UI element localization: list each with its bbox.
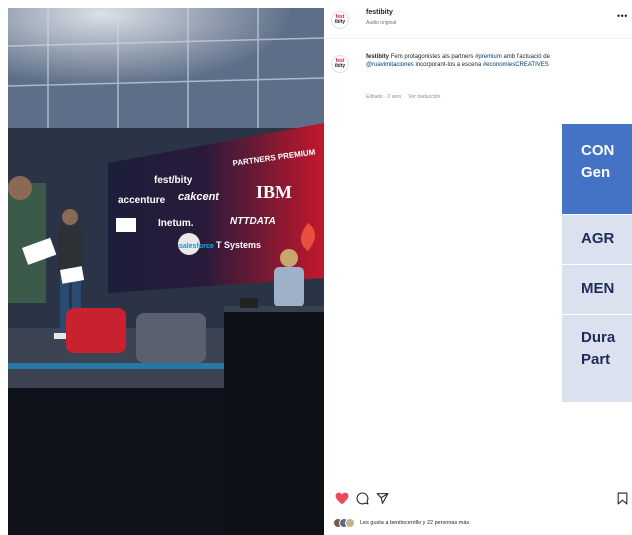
- logo-salesforce-text: salesforce: [179, 243, 214, 250]
- logo-tsystems: T Systems: [216, 240, 261, 250]
- table-row-agr: AGR: [562, 215, 632, 264]
- screen-brand: fest/bity: [154, 175, 193, 186]
- table-row-dura: Dura Part: [562, 315, 632, 402]
- table-row-men: MEN: [562, 265, 632, 314]
- table-header: CON Gen: [562, 124, 632, 214]
- caption-avatar[interactable]: fest ibity: [331, 55, 349, 73]
- overlay-table: CON Gen AGR MEN Dura Part: [562, 124, 632, 402]
- likes-text: Les gusta a benitocerrillo y 22 personas…: [360, 520, 470, 526]
- caption-text-3: incorporant-los a escena: [415, 62, 482, 68]
- table-row-dura-line-2: Part: [581, 351, 611, 368]
- post-meta: Editado · 2 sem Ver traducción: [366, 94, 440, 100]
- audio-label[interactable]: Audio original: [366, 20, 396, 26]
- post-caption: festibity Fem protagonistes als partners…: [366, 53, 598, 69]
- liker-avatars: [333, 518, 355, 528]
- share-icon[interactable]: [375, 491, 389, 505]
- heart-icon[interactable]: [335, 491, 349, 505]
- post-photo: PARTNERS PREMIUM fest/bity accenture cak…: [8, 8, 324, 535]
- avatar-text-bottom: ibity: [334, 19, 346, 25]
- header-divider: [324, 38, 632, 39]
- logo-ibm: IBM: [256, 182, 292, 202]
- bookmark-icon[interactable]: [615, 491, 629, 505]
- action-bar: [335, 491, 627, 507]
- translate-link[interactable]: Ver traducción: [408, 94, 440, 100]
- caption-username[interactable]: festibity: [366, 54, 389, 60]
- comment-icon[interactable]: [355, 491, 369, 505]
- caption-avatar-text-bottom: ibity: [334, 63, 346, 69]
- caption-text-2: amb l'actuació de: [503, 54, 550, 60]
- logo-accenture: accenture: [118, 195, 166, 206]
- table-header-line-1: CON: [581, 142, 615, 159]
- logo-nttdata: NTTDATA: [230, 216, 276, 227]
- caption-text-1: Fem protagonistes als partners: [390, 54, 474, 60]
- stage-photo: PARTNERS PREMIUM fest/bity accenture cak…: [8, 8, 324, 535]
- likes-row[interactable]: Les gusta a benitocerrillo y 22 personas…: [333, 517, 469, 529]
- caption-hashtag-premium[interactable]: #premium: [475, 54, 502, 60]
- edited-label: Editado · 2 sem: [366, 94, 402, 100]
- more-icon[interactable]: •••: [617, 11, 628, 21]
- account-name[interactable]: festibity: [366, 9, 393, 16]
- caption-hashtag-economies[interactable]: #economiesCREATIVES: [483, 62, 549, 68]
- logo-cakcent: cakcent: [178, 191, 220, 203]
- table-row-dura-line-1: Dura: [581, 329, 616, 346]
- caption-mention[interactable]: @ruavimitaciones: [366, 62, 414, 68]
- logo-inetum: Inetum.: [158, 218, 194, 229]
- liker-avatar: [345, 518, 355, 528]
- account-avatar[interactable]: fest ibity: [331, 11, 349, 29]
- table-header-line-2: Gen: [581, 164, 611, 181]
